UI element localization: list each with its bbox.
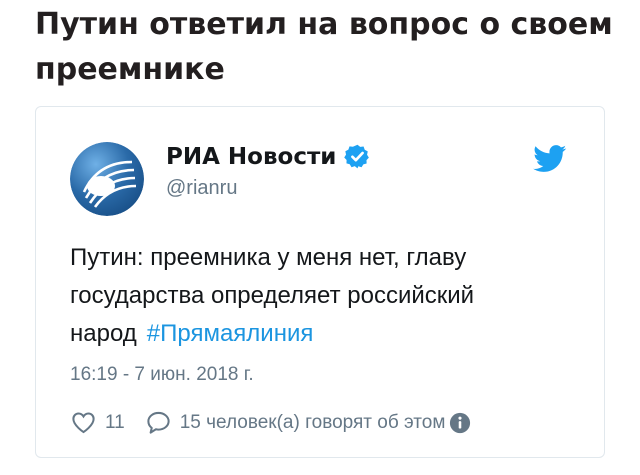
author-handle[interactable]: @rianru [166, 177, 237, 200]
reply-button[interactable]: 15 человек(а) говорят об этом [145, 409, 446, 436]
tweet-actions: 11 15 человек(а) говорят об этом [70, 409, 471, 436]
speech-bubble-icon [147, 411, 170, 434]
author-name[interactable]: РИА Новости [166, 144, 336, 170]
like-count: 11 [105, 411, 125, 433]
replies-summary: 15 человек(а) говорят об этом [179, 411, 446, 433]
verified-badge-icon [344, 144, 370, 169]
hashtag-link[interactable]: #Прямаялиния [147, 320, 314, 347]
tweet-timestamp[interactable]: 16:19 - 7 июн. 2018 г. [70, 364, 254, 386]
info-icon[interactable] [449, 412, 471, 434]
article-headline: Путин ответил на вопрос о своем преемник… [35, 7, 613, 87]
author-avatar[interactable] [70, 142, 144, 216]
twitter-bird-icon[interactable] [533, 145, 567, 173]
like-button[interactable]: 11 [70, 409, 125, 436]
heart-icon [72, 412, 95, 434]
tweet-text: Путин: преемника у меня нет, главу госуд… [70, 239, 590, 353]
ria-logo-icon [70, 142, 144, 216]
embedded-tweet-card[interactable]: РИА Новости @rianru Путин: преемника у м… [35, 106, 605, 458]
